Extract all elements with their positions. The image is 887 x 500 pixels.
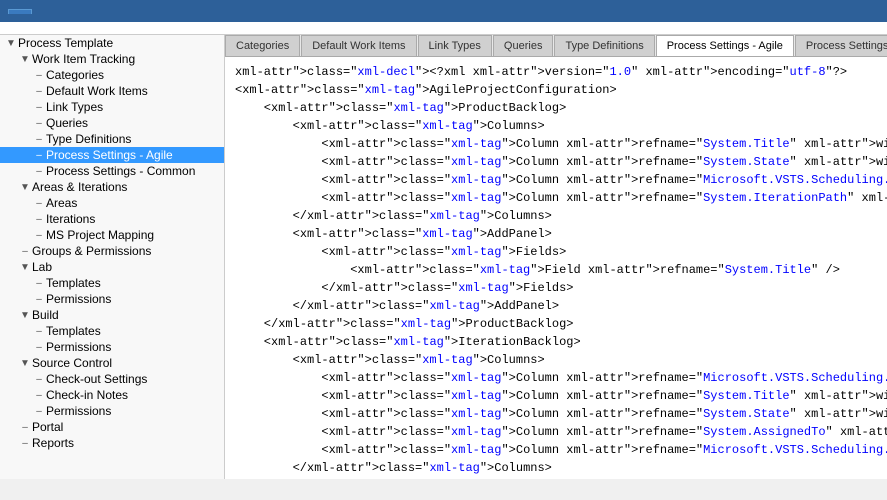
tab-link-types[interactable]: Link Types [418, 35, 492, 56]
tab-categories[interactable]: Categories [225, 35, 300, 56]
sidebar-item-areas[interactable]: –Areas [0, 195, 224, 211]
sidebar: ▼Process Template▼Work Item Tracking–Cat… [0, 35, 225, 479]
leaf-icon: – [32, 214, 46, 225]
leaf-icon: – [18, 422, 32, 433]
leaf-icon: – [32, 150, 46, 161]
content-area: CategoriesDefault Work ItemsLink TypesQu… [225, 35, 887, 479]
expand-icon: ▼ [18, 182, 32, 193]
sidebar-item-reports[interactable]: –Reports [0, 435, 224, 451]
sidebar-item-source-control[interactable]: ▼Source Control [0, 355, 224, 371]
sidebar-item-label: Groups & Permissions [32, 244, 224, 258]
sidebar-item-lab-templates[interactable]: –Templates [0, 275, 224, 291]
sidebar-item-label: MS Project Mapping [46, 228, 224, 242]
leaf-icon: – [32, 118, 46, 129]
leaf-icon: – [32, 70, 46, 81]
sidebar-item-build-permissions[interactable]: –Permissions [0, 339, 224, 355]
leaf-icon: – [32, 134, 46, 145]
leaf-icon: – [32, 342, 46, 353]
sidebar-item-check-in-notes[interactable]: –Check-in Notes [0, 387, 224, 403]
leaf-icon: – [32, 406, 46, 417]
leaf-icon: – [32, 294, 46, 305]
sidebar-item-lab[interactable]: ▼Lab [0, 259, 224, 275]
sidebar-item-build[interactable]: ▼Build [0, 307, 224, 323]
sidebar-item-queries[interactable]: –Queries [0, 115, 224, 131]
sidebar-item-type-definitions[interactable]: –Type Definitions [0, 131, 224, 147]
sidebar-item-check-out-settings[interactable]: –Check-out Settings [0, 371, 224, 387]
tab-process-settings-common[interactable]: Process Settings - Common [795, 35, 887, 56]
sidebar-item-label: Areas & Iterations [32, 180, 224, 194]
main-title [0, 22, 887, 35]
sidebar-item-label: Areas [46, 196, 224, 210]
sidebar-item-label: Permissions [46, 340, 224, 354]
sidebar-item-default-work-items[interactable]: –Default Work Items [0, 83, 224, 99]
sidebar-item-label: Process Template [18, 36, 224, 50]
main-layout: ▼Process Template▼Work Item Tracking–Cat… [0, 35, 887, 479]
expand-icon: ▼ [4, 38, 18, 49]
leaf-icon: – [32, 390, 46, 401]
sidebar-item-label: Build [32, 308, 224, 322]
sidebar-item-process-template[interactable]: ▼Process Template [0, 35, 224, 51]
sidebar-item-label: Type Definitions [46, 132, 224, 146]
expand-icon: ▼ [18, 54, 32, 65]
sidebar-item-groups-permissions[interactable]: –Groups & Permissions [0, 243, 224, 259]
sidebar-item-label: Iterations [46, 212, 224, 226]
sidebar-item-label: Source Control [32, 356, 224, 370]
sidebar-item-label: Permissions [46, 404, 224, 418]
expand-icon: ▼ [18, 358, 32, 369]
sidebar-item-ms-project-mapping[interactable]: –MS Project Mapping [0, 227, 224, 243]
sidebar-item-label: Queries [46, 116, 224, 130]
tab-type-definitions[interactable]: Type Definitions [554, 35, 654, 56]
sidebar-item-label: Lab [32, 260, 224, 274]
title-bar-tab[interactable] [8, 9, 32, 14]
leaf-icon: – [32, 86, 46, 97]
leaf-icon: – [18, 246, 32, 257]
leaf-icon: – [32, 230, 46, 241]
leaf-icon: – [18, 438, 32, 449]
sidebar-item-label: Work Item Tracking [32, 52, 224, 66]
sidebar-item-label: Templates [46, 276, 224, 290]
sidebar-item-sc-permissions[interactable]: –Permissions [0, 403, 224, 419]
expand-icon: ▼ [18, 310, 32, 321]
expand-icon: ▼ [18, 262, 32, 273]
tab-queries[interactable]: Queries [493, 35, 554, 56]
sidebar-item-label: Check-out Settings [46, 372, 224, 386]
sidebar-item-portal[interactable]: –Portal [0, 419, 224, 435]
tabs-bar: CategoriesDefault Work ItemsLink TypesQu… [225, 35, 887, 57]
sidebar-item-categories[interactable]: –Categories [0, 67, 224, 83]
sidebar-item-process-settings-agile[interactable]: –Process Settings - Agile [0, 147, 224, 163]
sidebar-item-lab-permissions[interactable]: –Permissions [0, 291, 224, 307]
sidebar-item-label: Default Work Items [46, 84, 224, 98]
tab-default-work-items[interactable]: Default Work Items [301, 35, 416, 56]
leaf-icon: – [32, 102, 46, 113]
leaf-icon: – [32, 326, 46, 337]
sidebar-item-build-templates[interactable]: –Templates [0, 323, 224, 339]
sidebar-item-label: Permissions [46, 292, 224, 306]
leaf-icon: – [32, 374, 46, 385]
sidebar-item-label: Categories [46, 68, 224, 82]
sidebar-item-link-types[interactable]: –Link Types [0, 99, 224, 115]
code-editor[interactable]: xml-attr">class="xml-decl"><?xml xml-att… [225, 57, 887, 479]
sidebar-item-label: Portal [32, 420, 224, 434]
title-bar [0, 0, 887, 22]
sidebar-item-work-item-tracking[interactable]: ▼Work Item Tracking [0, 51, 224, 67]
tab-process-settings-agile[interactable]: Process Settings - Agile [656, 35, 794, 57]
sidebar-item-label: Templates [46, 324, 224, 338]
sidebar-item-label: Process Settings - Agile [46, 148, 224, 162]
sidebar-item-label: Link Types [46, 100, 224, 114]
sidebar-item-label: Process Settings - Common [46, 164, 224, 178]
leaf-icon: – [32, 198, 46, 209]
sidebar-item-process-settings-common[interactable]: –Process Settings - Common [0, 163, 224, 179]
sidebar-item-label: Check-in Notes [46, 388, 224, 402]
leaf-icon: – [32, 166, 46, 177]
leaf-icon: – [32, 278, 46, 289]
sidebar-item-label: Reports [32, 436, 224, 450]
sidebar-item-areas-iterations[interactable]: ▼Areas & Iterations [0, 179, 224, 195]
sidebar-item-iterations[interactable]: –Iterations [0, 211, 224, 227]
